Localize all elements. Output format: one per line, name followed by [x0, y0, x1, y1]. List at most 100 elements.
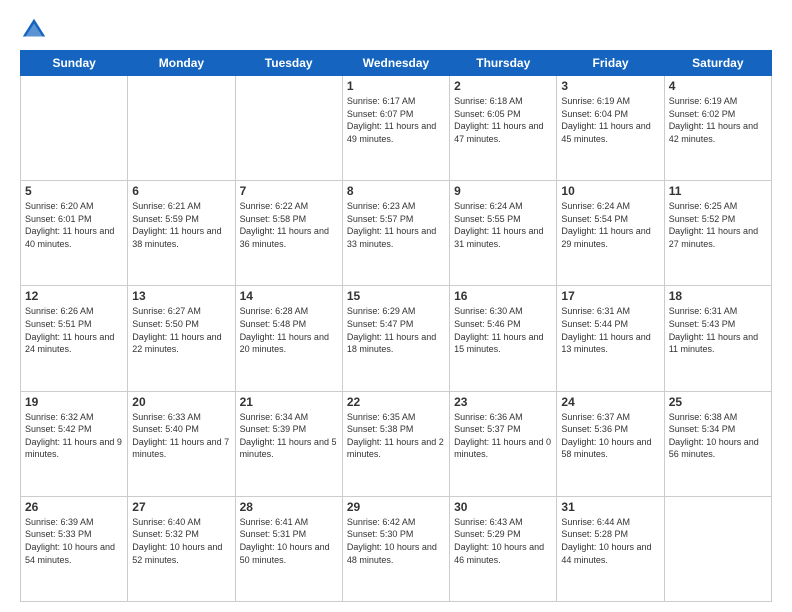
day-info: Sunrise: 6:21 AMSunset: 5:59 PMDaylight:…	[132, 200, 230, 250]
day-cell: 13Sunrise: 6:27 AMSunset: 5:50 PMDayligh…	[128, 286, 235, 391]
week-row-3: 12Sunrise: 6:26 AMSunset: 5:51 PMDayligh…	[21, 286, 772, 391]
day-cell	[235, 76, 342, 181]
day-number: 22	[347, 395, 445, 409]
day-info: Sunrise: 6:19 AMSunset: 6:04 PMDaylight:…	[561, 95, 659, 145]
day-number: 15	[347, 289, 445, 303]
day-number: 6	[132, 184, 230, 198]
day-number: 27	[132, 500, 230, 514]
day-info: Sunrise: 6:30 AMSunset: 5:46 PMDaylight:…	[454, 305, 552, 355]
day-cell: 21 Sunrise: 6:34 AMSunset: 5:39 PMDayligh…	[235, 391, 342, 496]
day-number: 3	[561, 79, 659, 93]
day-header-saturday: Saturday	[664, 51, 771, 76]
day-info: Sunrise: 6:24 AMSunset: 5:54 PMDaylight:…	[561, 200, 659, 250]
day-info: Sunrise: 6:32 AMSunset: 5:42 PMDaylight:…	[25, 411, 123, 461]
day-cell: 30 Sunrise: 6:43 AMSunset: 5:29 PMDayligh…	[450, 496, 557, 601]
day-number: 19	[25, 395, 123, 409]
day-cell: 12Sunrise: 6:26 AMSunset: 5:51 PMDayligh…	[21, 286, 128, 391]
day-info: Sunrise: 6:23 AMSunset: 5:57 PMDaylight:…	[347, 200, 445, 250]
day-info: Sunrise: 6:43 AMSunset: 5:29 PMDaylight:…	[454, 516, 552, 566]
day-number: 21	[240, 395, 338, 409]
week-row-2: 5 Sunrise: 6:20 AMSunset: 6:01 PMDaylight…	[21, 181, 772, 286]
day-cell: 1Sunrise: 6:17 AMSunset: 6:07 PMDaylight…	[342, 76, 449, 181]
logo-icon	[20, 16, 48, 44]
day-number: 25	[669, 395, 767, 409]
day-info: Sunrise: 6:31 AMSunset: 5:44 PMDaylight:…	[561, 305, 659, 355]
day-info: Sunrise: 6:28 AMSunset: 5:48 PMDaylight:…	[240, 305, 338, 355]
day-info: Sunrise: 6:41 AMSunset: 5:31 PMDaylight:…	[240, 516, 338, 566]
day-cell: 5 Sunrise: 6:20 AMSunset: 6:01 PMDaylight…	[21, 181, 128, 286]
day-number: 1	[347, 79, 445, 93]
day-cell: 10 Sunrise: 6:24 AMSunset: 5:54 PMDayligh…	[557, 181, 664, 286]
day-number: 29	[347, 500, 445, 514]
day-cell: 3 Sunrise: 6:19 AMSunset: 6:04 PMDaylight…	[557, 76, 664, 181]
day-info: Sunrise: 6:36 AMSunset: 5:37 PMDaylight:…	[454, 411, 552, 461]
day-cell: 26 Sunrise: 6:39 AMSunset: 5:33 PMDayligh…	[21, 496, 128, 601]
day-info: Sunrise: 6:42 AMSunset: 5:30 PMDaylight:…	[347, 516, 445, 566]
day-cell: 29 Sunrise: 6:42 AMSunset: 5:30 PMDayligh…	[342, 496, 449, 601]
day-header-sunday: Sunday	[21, 51, 128, 76]
day-cell: 24 Sunrise: 6:37 AMSunset: 5:36 PMDayligh…	[557, 391, 664, 496]
day-cell: 15Sunrise: 6:29 AMSunset: 5:47 PMDayligh…	[342, 286, 449, 391]
day-number: 31	[561, 500, 659, 514]
day-cell: 31 Sunrise: 6:44 AMSunset: 5:28 PMDayligh…	[557, 496, 664, 601]
day-cell: 2Sunrise: 6:18 AMSunset: 6:05 PMDaylight…	[450, 76, 557, 181]
day-cell: 16Sunrise: 6:30 AMSunset: 5:46 PMDayligh…	[450, 286, 557, 391]
calendar-table: SundayMondayTuesdayWednesdayThursdayFrid…	[20, 50, 772, 602]
day-number: 13	[132, 289, 230, 303]
day-number: 24	[561, 395, 659, 409]
day-number: 23	[454, 395, 552, 409]
day-cell: 11 Sunrise: 6:25 AMSunset: 5:52 PMDayligh…	[664, 181, 771, 286]
day-number: 18	[669, 289, 767, 303]
day-number: 26	[25, 500, 123, 514]
logo	[20, 16, 52, 44]
day-info: Sunrise: 6:37 AMSunset: 5:36 PMDaylight:…	[561, 411, 659, 461]
day-info: Sunrise: 6:20 AMSunset: 6:01 PMDaylight:…	[25, 200, 123, 250]
days-header-row: SundayMondayTuesdayWednesdayThursdayFrid…	[21, 51, 772, 76]
day-info: Sunrise: 6:34 AMSunset: 5:39 PMDaylight:…	[240, 411, 338, 461]
day-info: Sunrise: 6:44 AMSunset: 5:28 PMDaylight:…	[561, 516, 659, 566]
day-cell	[664, 496, 771, 601]
day-header-wednesday: Wednesday	[342, 51, 449, 76]
day-cell: 25 Sunrise: 6:38 AMSunset: 5:34 PMDayligh…	[664, 391, 771, 496]
day-cell: 19 Sunrise: 6:32 AMSunset: 5:42 PMDayligh…	[21, 391, 128, 496]
day-header-monday: Monday	[128, 51, 235, 76]
day-cell: 22Sunrise: 6:35 AMSunset: 5:38 PMDayligh…	[342, 391, 449, 496]
day-number: 14	[240, 289, 338, 303]
day-cell: 14 Sunrise: 6:28 AMSunset: 5:48 PMDayligh…	[235, 286, 342, 391]
day-cell: 23 Sunrise: 6:36 AMSunset: 5:37 PMDayligh…	[450, 391, 557, 496]
day-cell: 6 Sunrise: 6:21 AMSunset: 5:59 PMDaylight…	[128, 181, 235, 286]
day-info: Sunrise: 6:40 AMSunset: 5:32 PMDaylight:…	[132, 516, 230, 566]
day-cell: 27 Sunrise: 6:40 AMSunset: 5:32 PMDayligh…	[128, 496, 235, 601]
week-row-4: 19 Sunrise: 6:32 AMSunset: 5:42 PMDayligh…	[21, 391, 772, 496]
day-cell	[21, 76, 128, 181]
day-number: 28	[240, 500, 338, 514]
day-cell: 18Sunrise: 6:31 AMSunset: 5:43 PMDayligh…	[664, 286, 771, 391]
day-number: 30	[454, 500, 552, 514]
page: SundayMondayTuesdayWednesdayThursdayFrid…	[0, 0, 792, 612]
day-info: Sunrise: 6:26 AMSunset: 5:51 PMDaylight:…	[25, 305, 123, 355]
day-cell: 17 Sunrise: 6:31 AMSunset: 5:44 PMDayligh…	[557, 286, 664, 391]
day-cell: 4 Sunrise: 6:19 AMSunset: 6:02 PMDaylight…	[664, 76, 771, 181]
day-cell: 9Sunrise: 6:24 AMSunset: 5:55 PMDaylight…	[450, 181, 557, 286]
day-info: Sunrise: 6:33 AMSunset: 5:40 PMDaylight:…	[132, 411, 230, 461]
day-number: 10	[561, 184, 659, 198]
day-info: Sunrise: 6:22 AMSunset: 5:58 PMDaylight:…	[240, 200, 338, 250]
day-info: Sunrise: 6:38 AMSunset: 5:34 PMDaylight:…	[669, 411, 767, 461]
day-info: Sunrise: 6:39 AMSunset: 5:33 PMDaylight:…	[25, 516, 123, 566]
day-number: 8	[347, 184, 445, 198]
day-number: 4	[669, 79, 767, 93]
day-number: 17	[561, 289, 659, 303]
day-cell: 28 Sunrise: 6:41 AMSunset: 5:31 PMDayligh…	[235, 496, 342, 601]
week-row-1: 1Sunrise: 6:17 AMSunset: 6:07 PMDaylight…	[21, 76, 772, 181]
day-info: Sunrise: 6:19 AMSunset: 6:02 PMDaylight:…	[669, 95, 767, 145]
day-number: 2	[454, 79, 552, 93]
day-cell: 8 Sunrise: 6:23 AMSunset: 5:57 PMDaylight…	[342, 181, 449, 286]
day-number: 11	[669, 184, 767, 198]
day-number: 7	[240, 184, 338, 198]
day-info: Sunrise: 6:25 AMSunset: 5:52 PMDaylight:…	[669, 200, 767, 250]
day-number: 5	[25, 184, 123, 198]
day-cell	[128, 76, 235, 181]
day-number: 9	[454, 184, 552, 198]
day-cell: 20Sunrise: 6:33 AMSunset: 5:40 PMDayligh…	[128, 391, 235, 496]
day-header-friday: Friday	[557, 51, 664, 76]
